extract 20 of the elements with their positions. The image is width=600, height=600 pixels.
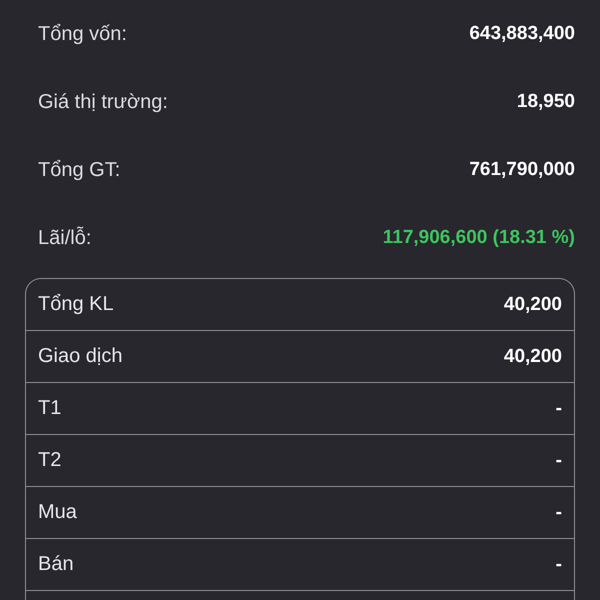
field-label: Tổng GT: <box>38 158 120 182</box>
row-label: Mua <box>38 501 77 524</box>
field-value: 643,883,400 <box>469 23 575 45</box>
row-value: - <box>556 502 562 524</box>
field-value: 117,906,600 (18.31 %) <box>382 227 575 249</box>
field-label: Lãi/lỗ: <box>38 226 92 250</box>
row-value: 40,200 <box>504 294 562 316</box>
row-value: - <box>556 554 562 576</box>
row-value: 40,200 <box>504 346 562 368</box>
row-value: - <box>556 450 562 472</box>
row-label: T1 <box>38 397 62 420</box>
field-value: 18,950 <box>516 91 575 113</box>
field-value: 761,790,000 <box>469 159 575 181</box>
row-value: - <box>556 398 562 420</box>
row-label: Giao dịch <box>38 345 122 368</box>
field-label: Giá thị trường: <box>38 90 168 114</box>
row-label: Tổng KL <box>38 293 114 316</box>
field-label: Tổng vốn: <box>38 22 127 46</box>
row-label: T2 <box>38 449 62 472</box>
row-label: Bán <box>38 553 74 576</box>
